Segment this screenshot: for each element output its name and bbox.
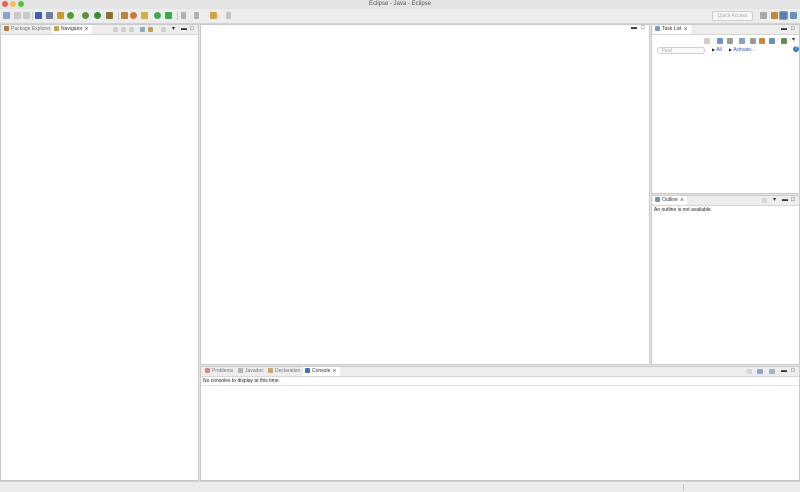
new-task-icon[interactable] [704,38,710,44]
display-console-icon[interactable] [757,369,763,374]
tab-package-explorer[interactable]: Package Explorer [2,25,50,34]
console-divider [201,385,799,386]
save-icon[interactable] [14,12,21,19]
collapse-outline-icon[interactable] [762,198,767,203]
left-panel-tabbar: Package Explorer Navigator ⨯ ▾ ▬ □ [1,25,198,35]
search-icon[interactable] [165,12,172,19]
console-tabbar: Problems Javadoc Declaration Console ⨯ ▬ … [201,367,799,377]
window-title: Eclipse - Java - Eclipse [368,1,432,7]
java-perspective-icon[interactable] [780,12,787,19]
title-bar: Eclipse - Java - Eclipse [0,0,800,9]
close-icon[interactable]: ⨯ [332,368,336,374]
close-icon[interactable]: ⨯ [680,197,684,203]
java-ee-perspective-icon[interactable] [771,12,778,19]
new-package-icon[interactable] [121,12,128,19]
open-console-icon[interactable] [769,369,775,374]
new-class-icon[interactable] [130,12,137,19]
view-menu-icon[interactable]: ▾ [792,36,795,45]
open-perspective-icon[interactable] [760,12,767,19]
maximize-icon[interactable]: □ [791,367,795,376]
hide-completed-icon[interactable] [739,38,745,44]
help-icon[interactable]: ? [793,46,799,52]
editor-minimize-icon[interactable]: ▬ [631,24,637,33]
build-icon[interactable] [154,12,161,19]
status-separator [683,484,684,491]
task-list-tabbar: Task List ⨯ ▬ □ [652,25,799,35]
debug-perspective-icon[interactable] [790,12,797,19]
navigator-icon [54,26,59,32]
declaration-icon [268,368,273,374]
editor-maximize-icon[interactable]: □ [641,24,645,33]
problems-icon [205,368,210,374]
tab-outline[interactable]: Outline ⨯ [653,196,688,205]
find-input[interactable]: Find [657,47,705,54]
navigate-icon[interactable] [210,12,217,19]
synchronize-icon[interactable] [769,38,775,44]
editor-area: ▬ □ [200,24,650,365]
quick-access-input[interactable]: Quick Access [712,11,753,21]
outline-icon [655,197,660,203]
main-toolbar: Quick Access [0,9,800,24]
new-icon[interactable] [3,12,10,19]
activate-link[interactable]: ▶ Activate... [729,47,755,53]
next-edit-icon[interactable] [226,12,231,19]
pin-console-icon[interactable] [747,369,752,374]
skip-breakpoints-icon[interactable] [46,12,53,19]
focus-workweek-icon[interactable] [781,38,787,44]
task-list-panel: Task List ⨯ ▬ □ ▾ Find ▶ All ▶ Activate..… [651,24,800,194]
console-message: No consoles to display at this time. [203,378,280,384]
up-nav-icon[interactable] [129,27,134,32]
console-panel: Problems Javadoc Declaration Console ⨯ ▬ … [200,366,800,481]
close-icon[interactable]: ⨯ [683,26,687,32]
view-menu-icon[interactable]: ▾ [172,25,175,34]
tab-console[interactable]: Console ⨯ [303,367,340,376]
javadoc-icon [238,368,243,374]
link-tasks-icon[interactable] [759,38,765,44]
minimize-icon[interactable]: ▬ [782,196,788,205]
maximize-icon[interactable]: □ [791,196,795,205]
outline-message: An outline is not available. [654,207,713,213]
console-icon [305,368,310,374]
package-explorer-icon [4,26,9,32]
open-type-icon[interactable] [141,12,148,19]
print-icon[interactable] [23,12,30,19]
collapse-all-icon[interactable] [140,27,145,32]
close-icon[interactable]: ⨯ [84,26,88,32]
left-panel: Package Explorer Navigator ⨯ ▾ ▬ □ [0,24,199,481]
outline-tabbar: Outline ⨯ ▾ ▬ □ [652,196,799,206]
minimize-icon[interactable]: ▬ [181,25,187,34]
tab-javadoc[interactable]: Javadoc [236,367,264,376]
run-icon[interactable] [67,12,74,19]
terminal-icon[interactable] [35,12,42,19]
external-tools-icon[interactable] [94,12,101,19]
back-icon[interactable] [181,12,186,19]
view-menu-icon[interactable]: ▾ [773,196,776,205]
maximize-icon[interactable]: □ [190,25,194,34]
new-java-project-icon[interactable] [106,12,113,19]
back-nav-icon[interactable] [113,27,118,32]
debug-icon[interactable] [57,12,64,19]
tab-declaration[interactable]: Declaration [266,367,300,376]
collapse-tasks-icon[interactable] [750,38,756,44]
link-editor-icon[interactable] [148,27,153,32]
filter-icon[interactable] [161,27,166,32]
coverage-icon[interactable] [82,12,89,19]
task-list-icon [655,26,660,32]
forward-icon[interactable] [194,12,199,19]
maximize-icon[interactable]: □ [791,25,795,34]
categorized-icon[interactable] [717,38,723,44]
tab-navigator[interactable]: Navigator ⨯ [52,25,92,34]
minimize-icon[interactable]: ▬ [781,367,787,376]
filter-all-link[interactable]: ▶ All [712,47,722,53]
minimize-icon[interactable]: ▬ [781,25,787,34]
forward-nav-icon[interactable] [121,27,126,32]
tab-problems[interactable]: Problems [203,367,233,376]
outline-panel: Outline ⨯ ▾ ▬ □ An outline is not availab… [651,195,800,365]
tab-task-list[interactable]: Task List ⨯ [653,25,691,34]
status-bar [0,481,800,492]
scheduled-icon[interactable] [727,38,733,44]
